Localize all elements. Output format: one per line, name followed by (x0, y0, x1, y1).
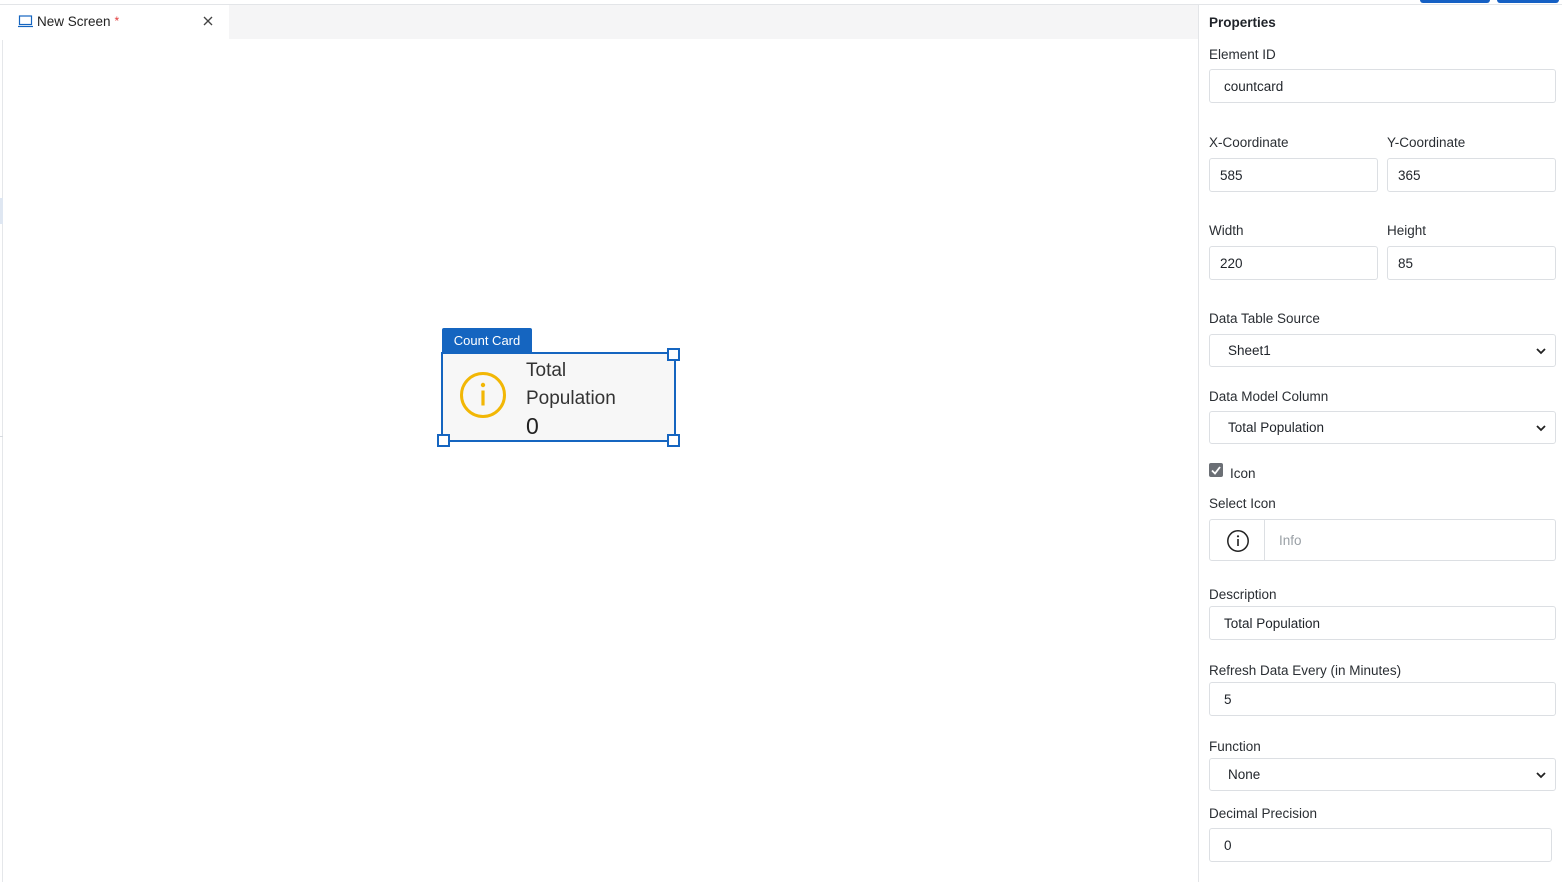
checkmark-icon (1211, 466, 1221, 475)
description-label: Description (1209, 587, 1277, 602)
refresh-label: Refresh Data Every (in Minutes) (1209, 663, 1402, 678)
decimal-precision-field[interactable]: 0 (1209, 828, 1552, 862)
decimal-precision-label: Decimal Precision (1209, 806, 1318, 821)
close-icon[interactable] (201, 14, 215, 28)
data-table-source-select[interactable]: Sheet1 (1209, 334, 1556, 367)
top-action-indicator[interactable] (1497, 0, 1559, 3)
info-circle-icon (1227, 530, 1249, 552)
design-canvas[interactable] (3, 39, 1198, 882)
y-coordinate-field[interactable]: 365 (1387, 158, 1556, 192)
height-field[interactable]: 85 (1387, 246, 1556, 280)
element-id-field[interactable]: countcard (1209, 69, 1556, 103)
x-coordinate-field[interactable]: 585 (1209, 158, 1378, 192)
function-value: None (1228, 767, 1261, 782)
monitor-icon (18, 15, 33, 28)
tab-title: New Screen * (37, 14, 119, 29)
function-select[interactable]: None (1209, 758, 1556, 791)
function-label: Function (1209, 739, 1261, 754)
icon-name-field[interactable]: Info (1265, 519, 1556, 561)
properties-panel: Properties Element ID countcard X-Coordi… (1198, 5, 1562, 882)
resize-handle-bottom-left[interactable] (437, 434, 450, 447)
resize-handle-bottom-right[interactable] (667, 434, 680, 447)
tab-new-screen[interactable]: New Screen * (3, 5, 229, 39)
count-card-description: Total Population (526, 360, 616, 409)
data-model-column-value: Total Population (1228, 420, 1325, 435)
description-field[interactable]: Total Population (1209, 606, 1556, 640)
widget-type-label[interactable]: Count Card (442, 328, 532, 352)
element-id-label: Element ID (1209, 47, 1276, 62)
info-circle-icon (460, 372, 506, 418)
count-card-value: 0 (526, 413, 539, 439)
refresh-field[interactable]: 5 (1209, 682, 1556, 716)
tab-strip (229, 5, 1198, 39)
y-coordinate-label: Y-Coordinate (1387, 135, 1466, 150)
select-icon-label: Select Icon (1209, 496, 1276, 511)
height-label: Height (1387, 223, 1427, 238)
data-table-source-value: Sheet1 (1228, 343, 1271, 358)
count-card-widget[interactable]: Total Population 0 (441, 352, 676, 442)
unsaved-marker: * (114, 14, 120, 28)
icon-picker-button[interactable] (1209, 519, 1265, 561)
chevron-down-icon (1536, 425, 1546, 432)
tab-title-text: New Screen (37, 14, 111, 29)
resize-handle-top-right[interactable] (667, 348, 680, 361)
width-label: Width (1209, 223, 1244, 238)
data-model-column-label: Data Model Column (1209, 389, 1329, 404)
chevron-down-icon (1536, 772, 1546, 779)
top-action-indicator[interactable] (1420, 0, 1490, 3)
icon-checkbox[interactable] (1209, 463, 1223, 477)
app-window: New Screen * Count Card Total Population … (0, 0, 1562, 882)
panel-title: Properties (1209, 15, 1276, 30)
x-coordinate-label: X-Coordinate (1209, 135, 1289, 150)
data-table-source-label: Data Table Source (1209, 311, 1320, 326)
width-field[interactable]: 220 (1209, 246, 1378, 280)
chevron-down-icon (1536, 348, 1546, 355)
data-model-column-select[interactable]: Total Population (1209, 411, 1556, 444)
icon-checkbox-label: Icon (1230, 466, 1256, 481)
